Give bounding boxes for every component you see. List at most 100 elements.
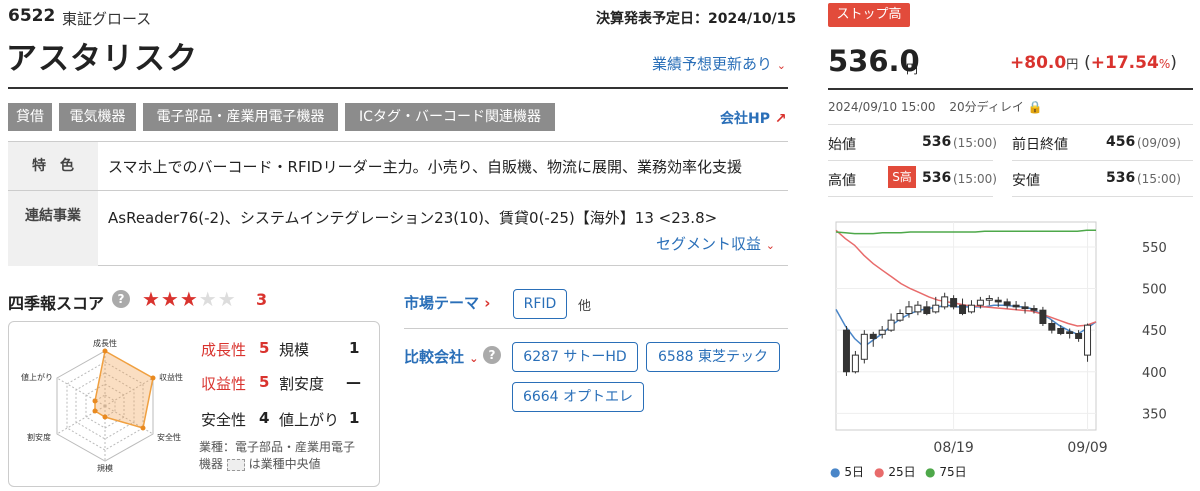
chevron-down-icon: ⌄ (776, 59, 787, 72)
quote-datetime: 2024/09/10 15:00 (828, 100, 936, 114)
tag-sub-industry[interactable]: 電子部品・産業用電子機器 (143, 103, 338, 131)
score-note-line1: 業種：電子部品・産業用電子 (199, 440, 356, 454)
candle-body (905, 306, 913, 315)
stock-code: 6522 (8, 6, 56, 26)
change-unit: 円 (1066, 57, 1079, 71)
company-hp-link[interactable]: 会社HP ↗ (720, 108, 787, 128)
features-label: 特 色 (8, 142, 98, 190)
market-theme-link[interactable]: 市場テーマ › (404, 292, 490, 313)
score-scale-value: 1 (349, 339, 360, 357)
tag-theme[interactable]: ICタグ・バーコード関連機器 (345, 103, 555, 131)
radar-chart: 成長性 収益性 安全性 規模 割安度 値上がり (21, 338, 183, 473)
open-value: 536 (922, 134, 952, 150)
candle-body (950, 298, 958, 308)
score-profit-label: 収益性 (201, 375, 247, 393)
price-divider (828, 88, 1193, 90)
median-swatch (226, 458, 245, 471)
candle-body (869, 333, 877, 339)
score-rise-label: 値上がり (279, 411, 340, 429)
legend-5day: ● 5日 (830, 465, 864, 479)
candle-body (914, 304, 922, 313)
radar-score-shape (92, 348, 156, 431)
score-title: 四季報スコア (8, 294, 105, 313)
radar-label-cheap: 割安度 (27, 432, 51, 442)
features-row: 特 色 スマホ上でのバーコード・RFIDリーダー主力。小売り、自販機、物流に展開… (8, 141, 788, 190)
tag-industry[interactable]: 電気機器 (59, 103, 136, 131)
candle-body (1030, 308, 1038, 311)
candle-body (887, 319, 895, 331)
segments-label: 連結事業 (8, 191, 98, 266)
tag-margin[interactable]: 貸借 (8, 103, 52, 131)
score-growth-label: 成長性 (201, 341, 247, 359)
theme-chip-rfid[interactable]: RFID (513, 289, 567, 319)
compare-company-6664[interactable]: 6664 オプトエレ (512, 382, 644, 412)
candle-body (1003, 301, 1011, 306)
low-value: 536 (1106, 170, 1136, 186)
score-rise-value: 1 (349, 409, 360, 427)
star-empty-icon: ★★ (198, 287, 237, 311)
radar-label-rise: 値上がり (21, 372, 53, 382)
y-tick-label: 450 (1142, 324, 1167, 339)
y-tick-label: 500 (1142, 283, 1167, 298)
stop-high-small-badge: S高 (888, 166, 916, 188)
open-time: (15:00) (953, 136, 997, 150)
help-icon[interactable]: ? (483, 346, 501, 364)
candle-body (1021, 306, 1029, 310)
score-value: 3 (256, 290, 268, 309)
high-label: 高値 (828, 173, 856, 189)
score-profit-value: 5 (259, 373, 270, 391)
candle-body (860, 333, 868, 360)
low-time: (15:00) (1137, 172, 1181, 186)
score-note-line2: 機器 (199, 457, 224, 471)
compare-companies-toggle[interactable]: 比較会社 ⌄ (404, 346, 478, 367)
external-link-icon: ↗ (774, 111, 787, 127)
candle-body (1066, 331, 1074, 334)
candle-body (985, 298, 993, 301)
features-text: スマホ上でのバーコード・RFIDリーダー主力。小売り、自販機、物流に展開、業務効… (108, 158, 742, 176)
candle-body (851, 354, 859, 373)
forecast-update-link[interactable]: 業績予想更新あり ⌄ (652, 53, 786, 74)
price-change: +80.0円 (+17.54%) (1010, 53, 1177, 73)
lock-icon: 🔒 (1027, 100, 1043, 114)
segment-revenue-link[interactable]: セグメント収益 ⌄ (656, 233, 775, 254)
radar-label-safety: 安全性 (157, 432, 181, 442)
prev-close-date: (09/09) (1137, 136, 1181, 150)
quote-grid-mid-right (1012, 160, 1193, 161)
segment-revenue-label: セグメント収益 (656, 235, 762, 253)
y-tick-label: 550 (1142, 241, 1167, 256)
ma-line-2 (835, 229, 1096, 235)
candle-body (1048, 323, 1056, 331)
quote-grid-mid-left (828, 160, 993, 161)
candle-body (932, 304, 940, 313)
prev-close-value: 456 (1106, 134, 1136, 150)
candle-body (923, 306, 931, 315)
forecast-update-label: 業績予想更新あり (652, 55, 773, 73)
candle-body (941, 296, 949, 308)
score-scale-label: 規模 (279, 341, 310, 359)
help-icon[interactable]: ? (112, 290, 130, 308)
segments-row: 連結事業 AsReader76(-2)、システムインテグレーション23(10)、… (8, 190, 788, 266)
compare-company-6588[interactable]: 6588 東芝テック (646, 342, 780, 372)
candle-body (1012, 304, 1020, 308)
quote-grid-top (828, 124, 1193, 125)
candle-body (994, 299, 1002, 303)
candle-body (1039, 309, 1047, 325)
market-theme-label: 市場テーマ (404, 294, 480, 312)
score-note: 業種：電子部品・産業用電子 機器 は業種中央値 (199, 439, 355, 473)
price-unit: 円 (906, 62, 919, 76)
y-tick-label: 350 (1142, 407, 1167, 422)
high-value: 536 (922, 170, 952, 186)
radar-label-scale: 規模 (97, 463, 113, 473)
earnings-date: 決算発表予定日：2024/10/15 (596, 11, 797, 27)
candle-body (1057, 327, 1065, 334)
compare-company-6287[interactable]: 6287 サトーHD (512, 342, 638, 372)
score-safety-label: 安全性 (201, 411, 247, 429)
change-percent: +17.54 (1090, 53, 1159, 73)
star-filled-icon: ★★★ (142, 287, 199, 311)
price-chart[interactable]: 350 400 450 500 550 08/19 09/09 (826, 210, 1196, 460)
open-label: 始値 (828, 137, 856, 153)
chevron-right-icon: › (484, 294, 491, 312)
candle-body (967, 304, 975, 313)
candle-body (878, 329, 886, 335)
candle-body (842, 329, 850, 373)
